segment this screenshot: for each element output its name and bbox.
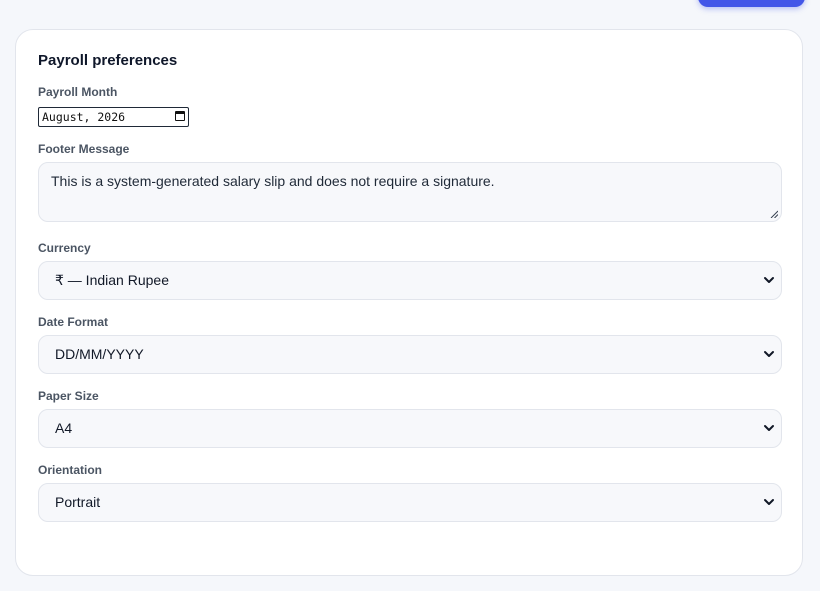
- currency-select[interactable]: ₹ — Indian Rupee: [38, 261, 782, 300]
- footer-message-label: Footer Message: [38, 142, 130, 156]
- orientation-label: Orientation: [38, 463, 103, 477]
- chevron-down-icon: [764, 277, 774, 283]
- chevron-down-icon: [764, 499, 774, 505]
- currency-label: Currency: [38, 241, 91, 255]
- orientation-select[interactable]: Portrait: [38, 483, 782, 522]
- footer-message-textarea[interactable]: This is a system-generated salary slip a…: [38, 162, 782, 222]
- orientation-value: Portrait: [55, 494, 101, 510]
- paper-size-value: A4: [55, 420, 73, 436]
- payroll-month-input[interactable]: August, 2026: [38, 107, 189, 127]
- date-format-label: Date Format: [38, 315, 109, 329]
- primary-action-button[interactable]: [698, 0, 805, 7]
- date-format-value: DD/MM/YYYY: [55, 346, 144, 362]
- calendar-icon[interactable]: [175, 111, 185, 121]
- payroll-month-value: August, 2026: [42, 110, 126, 124]
- chevron-down-icon: [764, 425, 774, 431]
- date-format-select[interactable]: DD/MM/YYYY: [38, 335, 782, 374]
- footer-message-value: This is a system-generated salary slip a…: [51, 173, 495, 189]
- payroll-preferences-card: Payroll preferences Payroll Month August…: [15, 29, 803, 576]
- card-title: Payroll preferences: [38, 52, 178, 69]
- currency-value: ₹ — Indian Rupee: [55, 272, 169, 288]
- payroll-month-label: Payroll Month: [38, 85, 118, 99]
- paper-size-label: Paper Size: [38, 389, 99, 403]
- chevron-down-icon: [764, 351, 774, 357]
- paper-size-select[interactable]: A4: [38, 409, 782, 448]
- resize-handle-icon[interactable]: [770, 210, 778, 218]
